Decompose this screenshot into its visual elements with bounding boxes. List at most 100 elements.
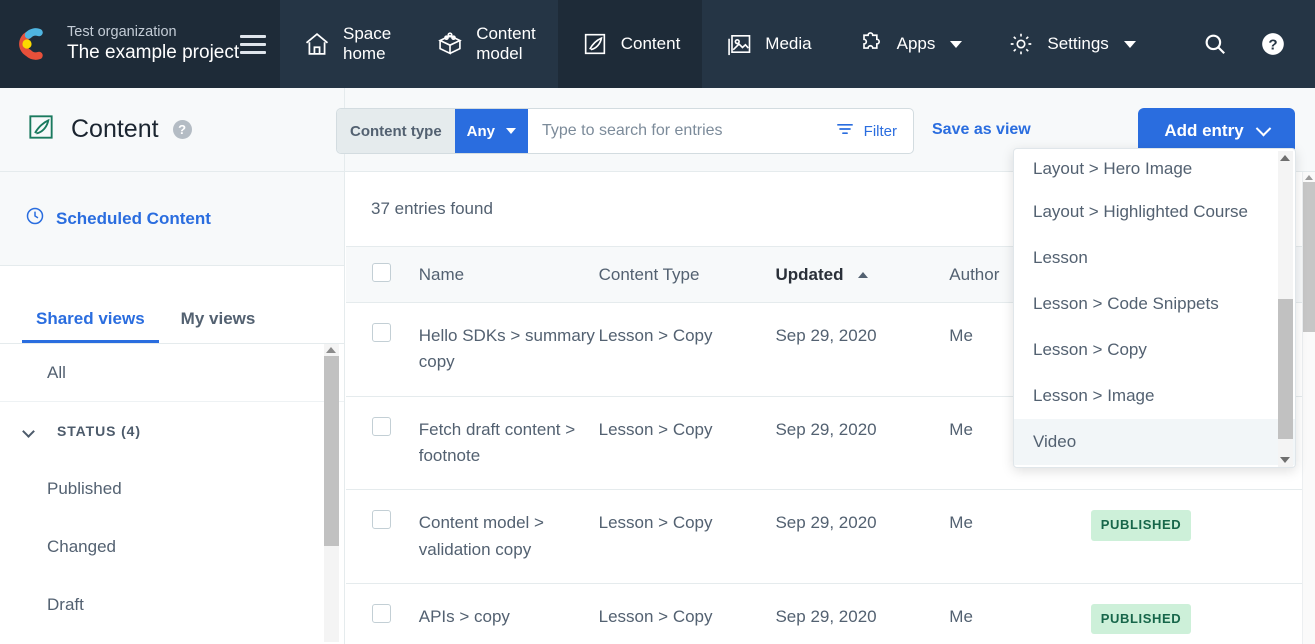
contentful-logo[interactable] [14,24,54,64]
table-row[interactable]: Content model > validation copy Lesson >… [346,489,1303,585]
chevron-down-icon [22,424,35,438]
content-type-filter-value[interactable]: Any [454,109,529,153]
sort-ascending-icon [858,271,869,278]
status-badge: PUBLISHED [1090,510,1192,541]
scheduled-content-label: Scheduled Content [56,208,211,228]
sidebar-scrollbar[interactable] [324,344,339,642]
dropdown-option[interactable]: Lesson [1014,235,1295,281]
view-item-draft[interactable]: Draft [0,576,344,634]
row-checkbox-cell [346,396,419,491]
dropdown-option[interactable]: Layout > Hero Image [1014,149,1295,189]
content-quill-icon [25,111,57,148]
save-as-view-button[interactable]: Save as view [932,121,1031,139]
dropdown-option[interactable]: Lesson > Image [1014,373,1295,419]
column-header-name[interactable]: Name [418,246,599,303]
row-content-type: Lesson > Copy [598,489,776,585]
page-scrollbar[interactable] [1302,172,1315,644]
tab-my-views[interactable]: My views [167,309,270,343]
content-type-filter-label: Content type [337,109,455,153]
content-icon [580,29,610,59]
views-tabs: Shared views My views [0,266,344,344]
row-checkbox[interactable] [372,416,391,436]
nav-item-content[interactable]: Content [557,0,703,88]
nav-item-space-home[interactable]: Space home [280,0,413,88]
status-badge: PUBLISHED [1090,604,1192,635]
dropdown-scrollbar-thumb[interactable] [1278,299,1293,439]
column-header-updated[interactable]: Updated [775,246,950,303]
row-name[interactable]: Hello SDKs > summary copy [418,302,599,397]
nav-item-label: Media [765,34,812,53]
row-name[interactable]: Content model > validation copy [418,489,599,585]
nav-item-content-model[interactable]: Content model [413,0,558,88]
scroll-up-arrow-icon[interactable] [1305,175,1313,180]
dropdown-scrollbar[interactable] [1278,151,1293,467]
help-circle-icon[interactable]: ? [1249,20,1297,68]
view-item-all[interactable]: All [0,344,344,402]
column-header-content-type[interactable]: Content Type [598,246,776,303]
search-input[interactable] [528,109,829,153]
page-scrollbar-thumb[interactable] [1303,182,1315,332]
hamburger-bar [240,50,266,54]
row-updated: Sep 29, 2020 [775,583,950,644]
row-author: Me [949,489,1091,585]
row-name[interactable]: APIs > copy [418,583,599,644]
column-header-checkbox [346,246,419,303]
gear-icon [1006,29,1036,59]
table-row[interactable]: APIs > copy Lesson > Copy Sep 29, 2020 M… [346,583,1303,644]
scheduled-content-link[interactable]: Scheduled Content [0,172,344,266]
chevron-down-icon [506,128,517,134]
row-status-cell: PUBLISHED [1090,489,1303,585]
content-model-icon [435,29,465,59]
select-all-checkbox[interactable] [372,262,391,282]
nav-right-actions: ? [1191,0,1315,88]
view-item-published[interactable]: Published [0,460,344,518]
row-name[interactable]: Fetch draft content > footnote [418,396,599,491]
help-circle-icon[interactable]: ? [172,120,192,139]
page-title-block: Content ? [0,88,345,171]
row-checkbox[interactable] [372,510,391,530]
nav-item-label: Content model [476,24,536,63]
nav-item-settings[interactable]: Settings [984,0,1157,88]
content-type-dropdown[interactable]: Layout > Hero Image Layout > Highlighted… [1013,148,1296,468]
chevron-down-icon [950,40,963,48]
row-checkbox-cell [346,489,419,585]
tab-shared-views[interactable]: Shared views [22,309,159,343]
home-icon [302,29,332,59]
scroll-down-arrow-icon[interactable] [1280,457,1290,463]
dropdown-option[interactable]: Lesson > Copy [1014,327,1295,373]
scroll-up-arrow-icon[interactable] [326,347,336,353]
page-title: Content [71,115,159,143]
top-navigation-bar: Test organization The example project Sp… [0,0,1315,88]
add-entry-label: Add entry [1164,121,1244,140]
nav-item-media[interactable]: Media [702,0,833,88]
row-checkbox-cell [346,302,419,397]
row-checkbox[interactable] [372,604,391,624]
sidebar-scrollbar-thumb[interactable] [324,356,339,546]
dropdown-option[interactable]: Layout > Highlighted Course [1014,189,1295,235]
filter-label: Filter [863,122,897,140]
views-list: All STATUS (4) Published Changed Draft [0,344,344,642]
hamburger-icon[interactable] [240,31,266,57]
scroll-up-arrow-icon[interactable] [1280,155,1290,161]
column-header-updated-label: Updated [775,264,844,284]
brand-block: Test organization The example project [0,0,280,88]
nav-item-apps[interactable]: Apps [834,0,985,88]
hamburger-bar [240,34,266,38]
chevron-down-icon [1123,40,1136,48]
dropdown-option[interactable]: Lesson > Code Snippets [1014,281,1295,327]
view-item-changed[interactable]: Changed [0,518,344,576]
row-content-type: Lesson > Copy [598,583,776,644]
search-bar: Content type Any Filter [336,108,914,154]
left-sidebar: Scheduled Content Shared views My views … [0,172,345,644]
row-checkbox[interactable] [372,323,391,342]
row-updated: Sep 29, 2020 [775,396,950,491]
row-author: Me [949,583,1091,644]
nav-items: Space home Content model Content Media A… [280,0,1315,88]
filter-icon [835,119,855,144]
search-icon[interactable] [1191,20,1239,68]
dropdown-option[interactable]: Video [1014,419,1295,465]
view-group-status[interactable]: STATUS (4) [0,402,344,460]
row-status-cell: PUBLISHED [1090,583,1303,644]
filter-button[interactable]: Filter [829,119,913,144]
brand-text: Test organization The example project [67,24,240,65]
